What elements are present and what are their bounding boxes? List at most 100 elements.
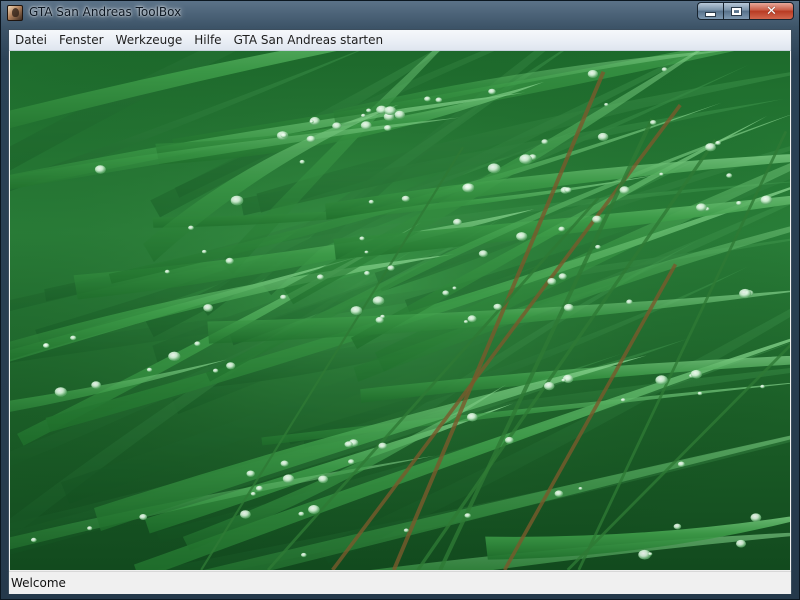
dew-drop xyxy=(318,475,329,484)
dew-drop xyxy=(587,70,599,78)
dew-drop xyxy=(563,303,574,312)
dew-drop xyxy=(760,195,773,205)
dew-drop xyxy=(226,362,236,370)
dew-drop xyxy=(659,172,664,176)
dew-drop xyxy=(94,165,106,174)
dew-drop xyxy=(394,110,406,119)
status-text: Welcome xyxy=(11,576,66,590)
dew-drop xyxy=(726,173,733,178)
dew-drop xyxy=(464,513,471,518)
menu-item-hilfe[interactable]: Hilfe xyxy=(188,30,227,50)
dew-drop xyxy=(519,154,533,165)
dew-drop xyxy=(70,335,77,341)
dew-drop xyxy=(359,236,365,241)
app-icon[interactable] xyxy=(7,5,23,21)
maximize-button[interactable] xyxy=(723,2,749,20)
dew-drop xyxy=(240,510,251,519)
dew-drop xyxy=(201,249,207,254)
dew-drop xyxy=(435,97,443,103)
dew-drop xyxy=(558,226,565,232)
dew-drop xyxy=(91,381,101,389)
dew-drop xyxy=(344,441,353,448)
dew-drop xyxy=(626,299,633,305)
dew-drop xyxy=(383,125,392,131)
dew-drop xyxy=(194,341,201,347)
dew-drop xyxy=(661,67,668,72)
dew-drop xyxy=(564,187,572,193)
dew-drop xyxy=(442,290,450,296)
dew-drop xyxy=(230,195,244,206)
dew-drop xyxy=(424,96,431,102)
dew-drop xyxy=(387,265,395,271)
dew-drop xyxy=(488,88,496,95)
dew-drop xyxy=(188,225,194,230)
title-bar[interactable]: GTA San Andreas ToolBox ✕ xyxy=(1,1,799,27)
dew-drop xyxy=(280,132,288,138)
dew-drop xyxy=(561,378,566,382)
dew-drop xyxy=(139,514,148,520)
dew-drop xyxy=(462,183,475,193)
dew-drop xyxy=(620,398,626,402)
close-button[interactable]: ✕ xyxy=(749,2,794,20)
dew-drop xyxy=(280,294,287,300)
dew-drop xyxy=(736,201,742,206)
dew-drop xyxy=(350,306,363,316)
maximize-icon xyxy=(731,6,742,16)
dew-drop xyxy=(547,278,557,285)
dew-drop xyxy=(673,523,682,530)
dew-drop xyxy=(372,296,385,306)
client-area: Datei Fenster Werkzeuge Hilfe GTA San An… xyxy=(8,29,792,594)
dew-drop xyxy=(705,143,716,152)
dew-drop xyxy=(366,108,372,113)
dew-drop xyxy=(578,487,583,490)
dew-drop xyxy=(739,288,752,299)
dew-drop xyxy=(655,375,668,385)
app-window: GTA San Andreas ToolBox ✕ Datei Fenster … xyxy=(0,0,800,600)
dew-drop xyxy=(650,120,657,125)
dew-drop xyxy=(168,351,181,361)
dew-drop xyxy=(478,250,488,258)
dew-drop xyxy=(361,113,366,118)
dew-drop xyxy=(453,218,462,226)
dew-drop xyxy=(466,413,478,422)
dew-drop xyxy=(364,271,370,276)
dew-drop xyxy=(487,163,501,174)
dew-drop xyxy=(301,552,307,558)
dew-drop xyxy=(360,121,372,130)
dew-drop xyxy=(696,203,707,212)
dew-drop xyxy=(384,106,397,115)
dew-drop xyxy=(146,367,153,372)
dew-drop xyxy=(403,528,409,533)
dew-drop xyxy=(554,490,564,498)
dew-drop xyxy=(280,460,289,467)
dew-drop xyxy=(378,442,388,450)
dew-drop xyxy=(43,343,50,349)
menu-item-gta-starten[interactable]: GTA San Andreas starten xyxy=(228,30,390,50)
dew-drop xyxy=(604,103,609,107)
dew-drop xyxy=(309,120,314,124)
dew-drop xyxy=(595,244,601,250)
dew-drop xyxy=(308,505,320,514)
dew-drop xyxy=(164,269,170,274)
dew-drop xyxy=(715,140,721,146)
menu-item-fenster[interactable]: Fenster xyxy=(53,30,110,50)
menu-item-werkzeuge[interactable]: Werkzeuge xyxy=(110,30,189,50)
dew-drop xyxy=(760,384,765,389)
dew-drop xyxy=(250,492,256,496)
dew-drop xyxy=(597,132,609,141)
dew-drop xyxy=(375,316,384,324)
dew-drop xyxy=(401,195,410,202)
menu-item-datei[interactable]: Datei xyxy=(9,30,53,50)
minimize-icon xyxy=(705,11,716,17)
dew-drop xyxy=(316,274,324,280)
dew-drop xyxy=(558,273,567,280)
minimize-button[interactable] xyxy=(697,2,723,20)
dew-drop xyxy=(332,122,342,130)
status-bar: Welcome xyxy=(9,571,791,594)
background-image xyxy=(10,51,790,570)
dew-drop xyxy=(750,513,762,522)
dew-drop xyxy=(298,511,305,517)
dew-drop xyxy=(306,135,316,143)
dew-drop xyxy=(541,139,548,145)
dew-drop xyxy=(467,315,477,323)
